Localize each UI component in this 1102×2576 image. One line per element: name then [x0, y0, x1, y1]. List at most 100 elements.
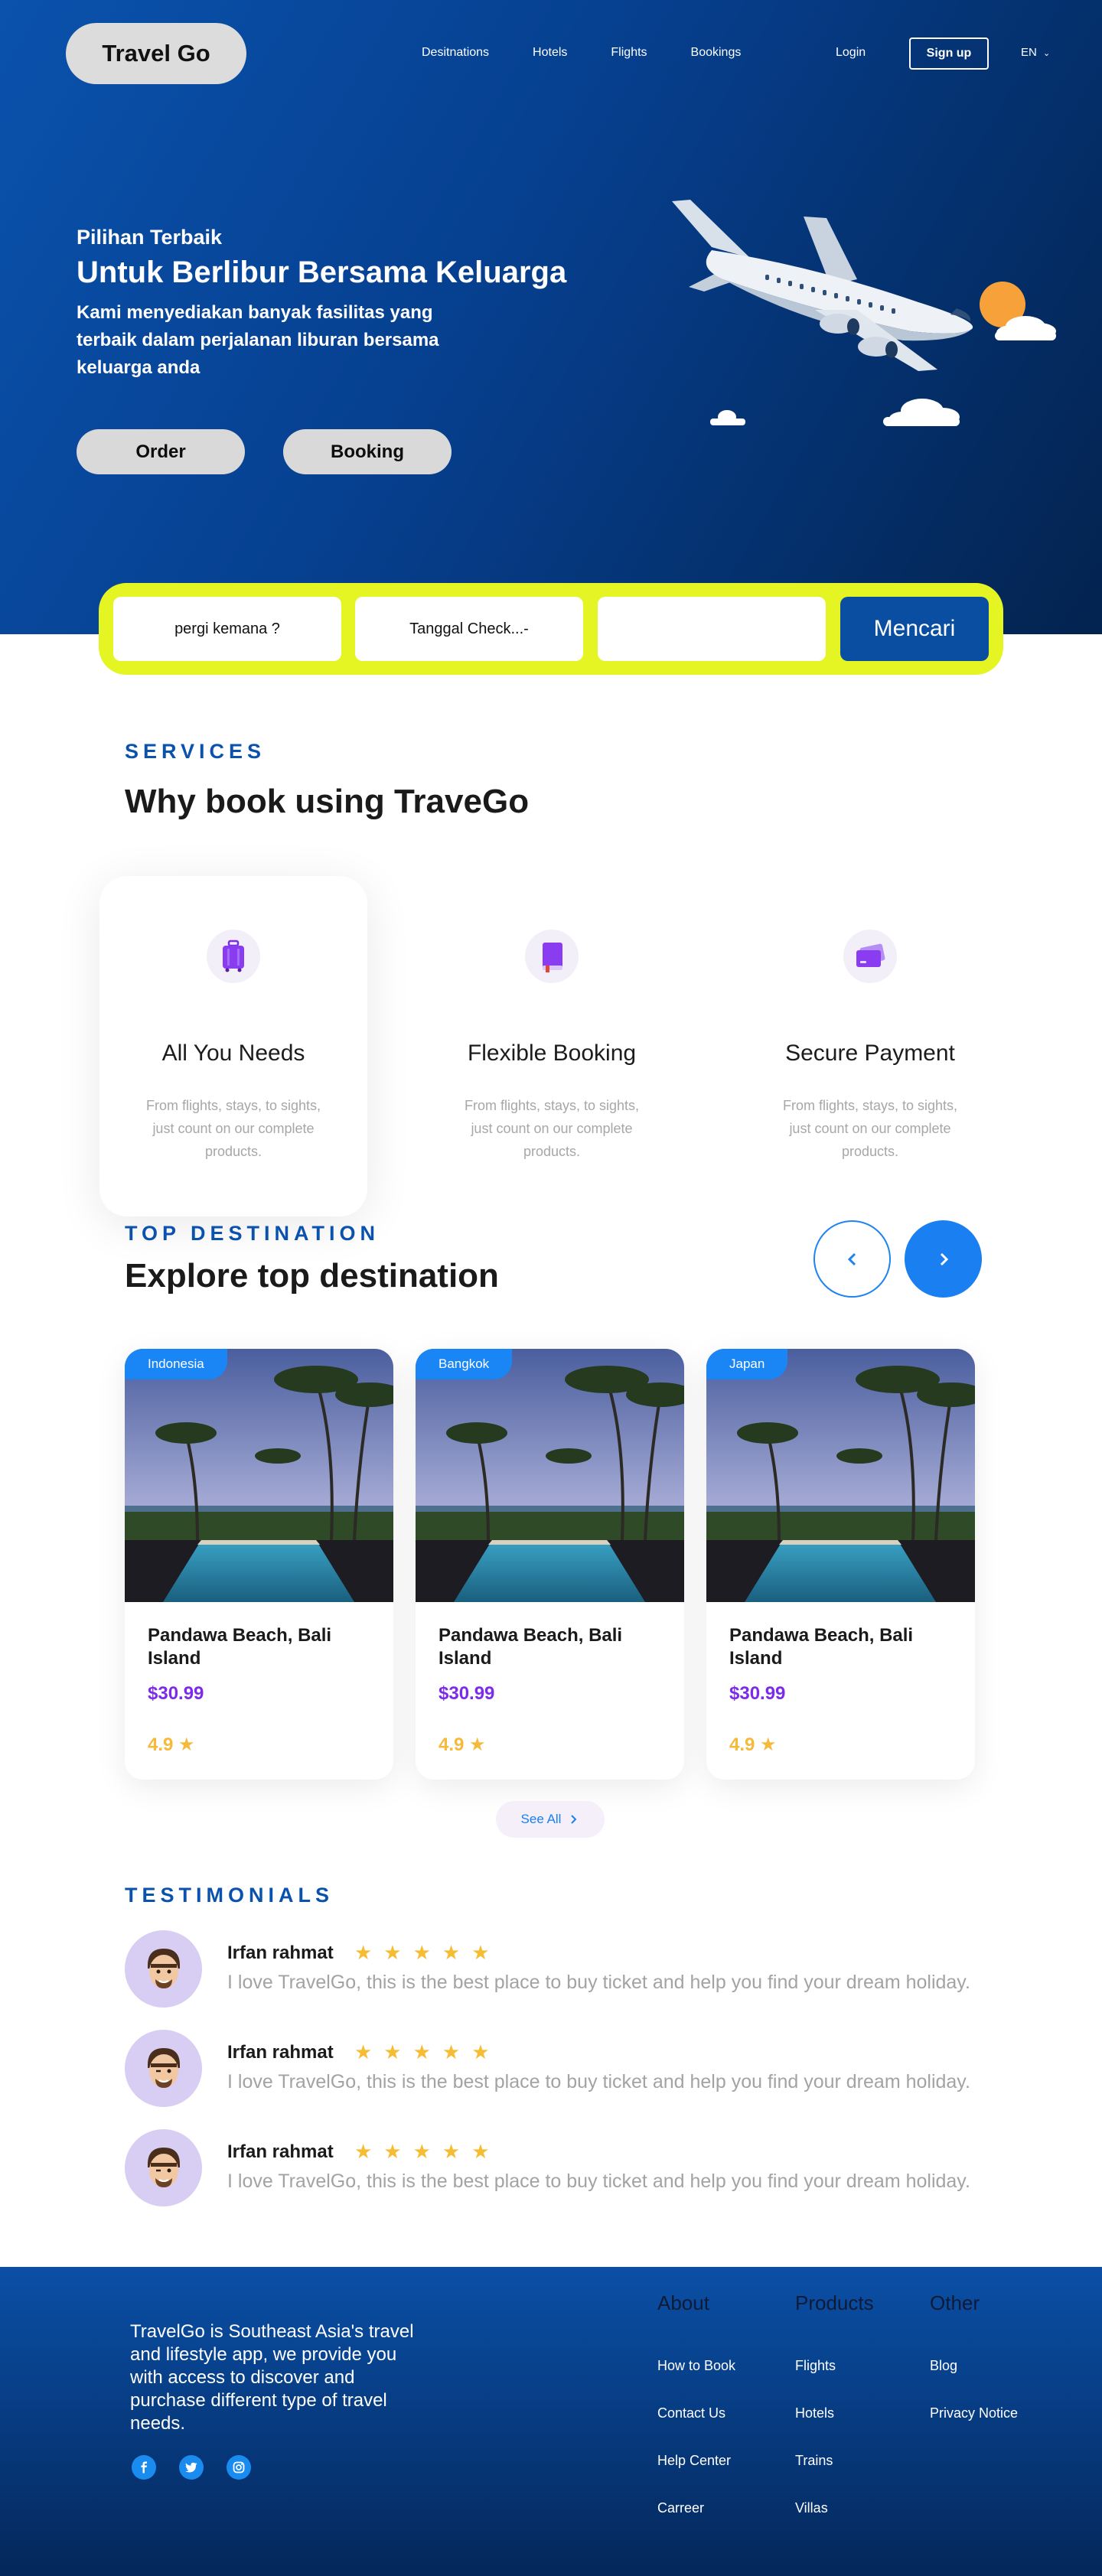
reviewer-name: Irfan rahmat: [227, 2042, 334, 2063]
footer-link[interactable]: Help Center: [657, 2453, 735, 2469]
nav-links: Desitnations Hotels Flights Bookings: [422, 46, 784, 60]
search-bar: pergi kemana ? Tanggal Check...- Mencari: [99, 583, 1003, 675]
login-link[interactable]: Login: [836, 46, 866, 60]
footer-about-text: TravelGo is Southeast Asia's travel and …: [130, 2321, 414, 2434]
hero-kicker: Pilihan Terbaik: [77, 226, 223, 249]
destination-title: Explore top destination: [125, 1257, 499, 1295]
footer-link[interactable]: Privacy Notice: [930, 2405, 1018, 2421]
services-kicker: SERVICES: [125, 740, 266, 763]
destination-rating: 4.9 ★: [148, 1734, 195, 1756]
footer-column-title: About: [657, 2291, 709, 2314]
destination-price: $30.99: [439, 1683, 495, 1704]
beach-pool-image: [706, 1349, 975, 1602]
star-icon: ★: [760, 1734, 777, 1755]
guests-input[interactable]: [598, 597, 826, 661]
book-icon: [525, 930, 579, 983]
beach-pool-image: [416, 1349, 684, 1602]
avatar: [125, 1930, 202, 2008]
destination-price: $30.99: [148, 1683, 204, 1704]
reviewer-name: Irfan rahmat: [227, 1943, 334, 1963]
testimonial-text: I love TravelGo, this is the best place …: [227, 1972, 970, 1993]
chevron-right-icon: [571, 1815, 577, 1824]
avatar: [125, 2129, 202, 2206]
destination-name: Pandawa Beach, Bali Island: [439, 1625, 623, 1669]
footer-link[interactable]: How to Book: [657, 2358, 735, 2374]
airplane-illustration: [672, 200, 1056, 426]
service-title: All You Needs: [161, 1040, 305, 1066]
chevron-left-icon: [847, 1252, 856, 1265]
rating-stars: ★★★★★: [354, 1941, 501, 1964]
footer-link[interactable]: Villas: [795, 2500, 874, 2516]
star-icon: ★: [178, 1734, 195, 1755]
service-description: From flights, stays, to sights, just cou…: [782, 1098, 958, 1159]
hero-section: Travel Go Desitnations Hotels Flights Bo…: [0, 0, 1102, 634]
service-title: Secure Payment: [785, 1040, 955, 1066]
footer-link[interactable]: Trains: [795, 2453, 874, 2469]
see-all-button[interactable]: See All: [496, 1801, 605, 1838]
destination-name: Pandawa Beach, Bali Island: [148, 1625, 332, 1669]
chevron-down-icon: ⌄: [1043, 49, 1051, 58]
service-card-all-you-needs: All You Needs From flights, stays, to si…: [99, 876, 367, 1216]
footer-column-title: Other: [930, 2291, 980, 2314]
testimonials-kicker: TESTIMONIALS: [125, 1884, 334, 1907]
star-icon: ★: [469, 1734, 486, 1755]
service-description: From flights, stays, to sights, just cou…: [464, 1098, 640, 1159]
language-selector[interactable]: EN ⌄: [1021, 46, 1050, 59]
instagram-icon[interactable]: [227, 2455, 251, 2480]
reviewer-name: Irfan rahmat: [227, 2141, 334, 2162]
destination-kicker: TOP DESTINATION: [125, 1222, 380, 1245]
rating-stars: ★★★★★: [354, 2140, 501, 2163]
carousel-prev-button[interactable]: [813, 1220, 891, 1298]
beach-pool-image: [125, 1349, 393, 1602]
footer-link[interactable]: Blog: [930, 2358, 1018, 2374]
testimonial-text: I love TravelGo, this is the best place …: [227, 2171, 970, 2192]
footer-column-other: Other Blog Privacy Notice: [930, 2291, 1018, 2453]
nav-link-bookings[interactable]: Bookings: [691, 46, 742, 60]
checkin-date-input[interactable]: Tanggal Check...-: [355, 597, 583, 661]
destination-card[interactable]: Japan Pandawa Beach, Bali Island $30.99 …: [706, 1349, 975, 1780]
footer-link[interactable]: Flights: [795, 2358, 874, 2374]
credit-card-icon: [843, 930, 897, 983]
booking-button[interactable]: Booking: [283, 429, 452, 474]
country-tag: Bangkok: [416, 1349, 513, 1379]
destination-price: $30.99: [729, 1683, 786, 1704]
order-button[interactable]: Order: [77, 429, 245, 474]
footer-column-title: Products: [795, 2291, 874, 2314]
testimonial-item: Irfan rahmat ★★★★★ I love TravelGo, this…: [125, 2129, 982, 2209]
footer-column-about: About How to Book Contact Us Help Center…: [657, 2291, 735, 2548]
top-nav: Travel Go Desitnations Hotels Flights Bo…: [66, 23, 1056, 84]
signup-button[interactable]: Sign up: [909, 37, 989, 70]
rating-value: 4.9: [148, 1734, 174, 1755]
destination-card[interactable]: Bangkok Pandawa Beach, Bali Island $30.9…: [416, 1349, 684, 1780]
footer-column-products: Products Flights Hotels Trains Villas: [795, 2291, 874, 2548]
testimonial-item: Irfan rahmat ★★★★★ I love TravelGo, this…: [125, 1930, 982, 2010]
avatar: [125, 2030, 202, 2107]
destination-rating: 4.9 ★: [439, 1734, 486, 1756]
service-card-secure-payment: Secure Payment From flights, stays, to s…: [736, 876, 1004, 1216]
footer-link[interactable]: Carreer: [657, 2500, 735, 2516]
carousel-next-button[interactable]: [905, 1220, 982, 1298]
chevron-right-icon: [940, 1252, 948, 1265]
nav-link-hotels[interactable]: Hotels: [533, 46, 567, 60]
testimonial-item: Irfan rahmat ★★★★★ I love TravelGo, this…: [125, 2030, 982, 2109]
language-label: EN: [1021, 46, 1037, 59]
hero-text: Pilihan Terbaik Untuk Berlibur Bersama K…: [77, 226, 566, 382]
destination-input[interactable]: pergi kemana ?: [113, 597, 341, 661]
service-description: From flights, stays, to sights, just cou…: [145, 1098, 321, 1159]
hero-title: Untuk Berlibur Bersama Keluarga: [77, 256, 567, 289]
search-button[interactable]: Mencari: [840, 597, 989, 661]
logo[interactable]: Travel Go: [66, 23, 246, 84]
hero-description: Kami menyediakan banyak fasilitas yang t…: [77, 302, 439, 378]
footer: TravelGo is Southeast Asia's travel and …: [0, 2267, 1102, 2576]
rating-stars: ★★★★★: [354, 2040, 501, 2063]
twitter-icon[interactable]: [179, 2455, 204, 2480]
facebook-icon[interactable]: [132, 2455, 156, 2480]
country-tag: Indonesia: [125, 1349, 227, 1379]
nav-link-flights[interactable]: Flights: [611, 46, 647, 60]
nav-link-destinations[interactable]: Desitnations: [422, 46, 489, 60]
footer-link[interactable]: Hotels: [795, 2405, 874, 2421]
footer-link[interactable]: Contact Us: [657, 2405, 735, 2421]
destination-card[interactable]: Indonesia Pandawa Beach, Bali Island $30…: [125, 1349, 393, 1780]
country-tag: Japan: [706, 1349, 788, 1379]
destination-rating: 4.9 ★: [729, 1734, 777, 1756]
